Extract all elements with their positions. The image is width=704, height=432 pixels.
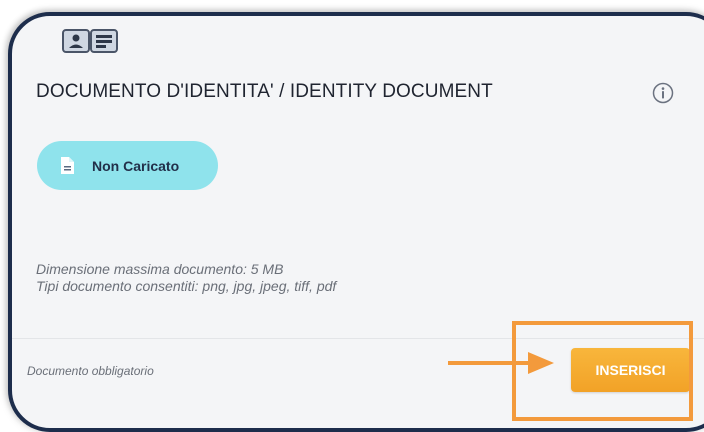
upload-status-badge: Non Caricato — [37, 141, 218, 190]
required-note: Documento obbligatorio — [27, 364, 154, 378]
document-title: DOCUMENTO D'IDENTITA' / IDENTITY DOCUMEN… — [36, 81, 493, 102]
id-card-icon — [62, 28, 118, 59]
highlight-frame — [512, 321, 693, 421]
file-icon — [59, 156, 75, 175]
info-icon[interactable] — [652, 82, 674, 109]
document-requirements: Dimensione massima documento: 5 MB Tipi … — [36, 261, 336, 295]
upload-status-label: Non Caricato — [92, 157, 180, 174]
allowed-types-text: Tipi documento consentiti: png, jpg, jpe… — [36, 278, 337, 294]
max-size-text: Dimensione massima documento: 5 MB — [36, 261, 284, 277]
